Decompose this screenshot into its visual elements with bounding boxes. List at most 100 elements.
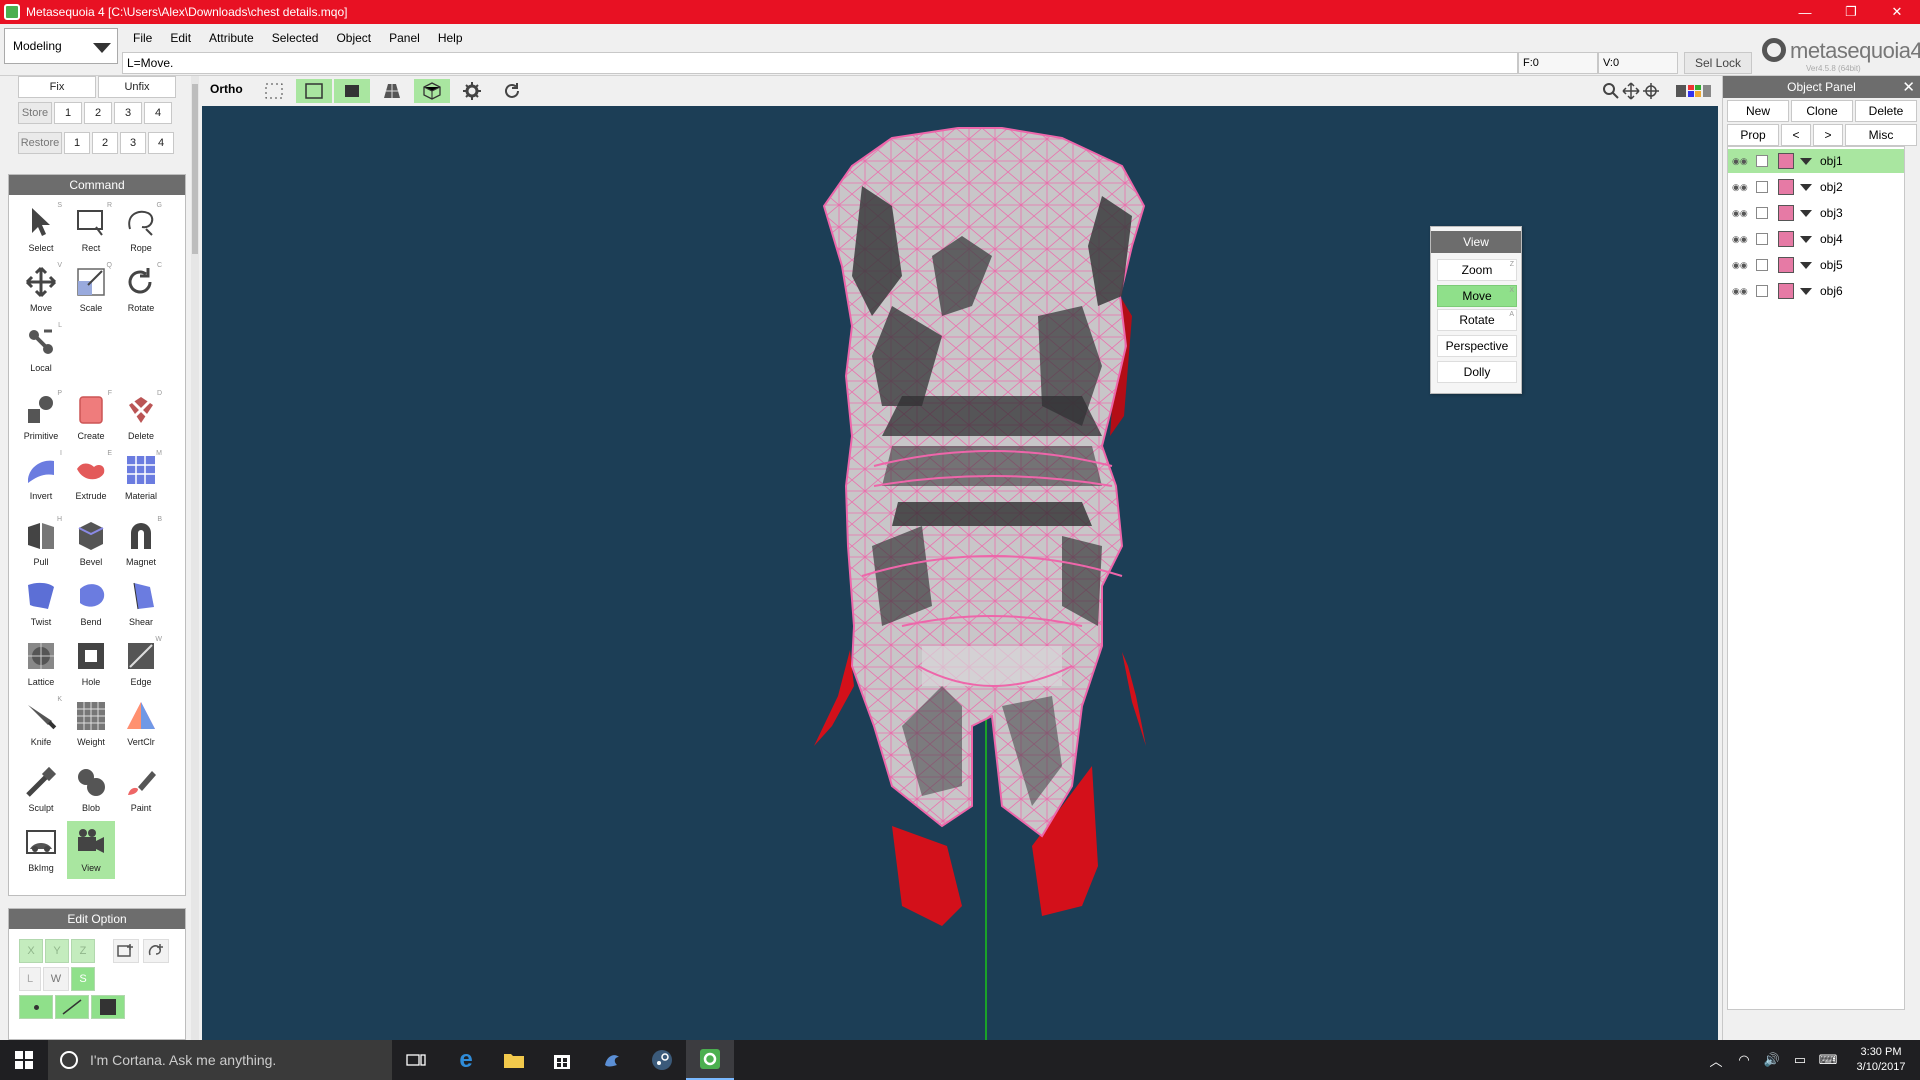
tool-delete[interactable]: Delete D <box>117 389 165 447</box>
tool-select[interactable]: Select S <box>17 201 65 259</box>
settings-gear-icon[interactable] <box>454 79 490 103</box>
add-rope-icon[interactable] <box>143 939 169 963</box>
object-row[interactable]: ◉◉ obj1 <box>1728 149 1904 173</box>
tool-invert[interactable]: Invert I <box>17 449 65 507</box>
object-row[interactable]: ◉◉ obj5 <box>1728 253 1904 277</box>
new-object-button[interactable]: New <box>1727 100 1789 122</box>
visibility-eye-icon[interactable]: ◉◉ <box>1732 182 1752 193</box>
visibility-eye-icon[interactable]: ◉◉ <box>1732 234 1752 245</box>
left-panel-scrollbar[interactable] <box>191 76 199 1040</box>
view-zoom-button[interactable]: Zoom Z <box>1437 259 1517 281</box>
visibility-eye-icon[interactable]: ◉◉ <box>1732 286 1752 297</box>
close-icon[interactable]: ✕ <box>1902 78 1915 96</box>
object-row[interactable]: ◉◉ obj6 <box>1728 279 1904 303</box>
tool-twist[interactable]: Twist <box>17 575 65 633</box>
prop-button[interactable]: Prop <box>1727 124 1779 146</box>
store-slot-2[interactable]: 2 <box>84 102 112 124</box>
store-slot-4[interactable]: 4 <box>144 102 172 124</box>
tool-local[interactable]: Local L <box>17 321 65 379</box>
coord-local-toggle[interactable]: L <box>19 967 41 991</box>
vertex-select-toggle[interactable] <box>19 995 53 1019</box>
add-plane-icon[interactable] <box>113 939 139 963</box>
object-row[interactable]: ◉◉ obj3 <box>1728 201 1904 225</box>
vertex-display-icon[interactable] <box>256 79 292 103</box>
notifications-icon[interactable]: ▭ <box>1786 1052 1814 1068</box>
tool-scale[interactable]: Scale Q <box>67 261 115 319</box>
tool-view[interactable]: View <box>67 821 115 879</box>
coord-screen-toggle[interactable]: S <box>71 967 95 991</box>
store-slot-1[interactable]: 1 <box>54 102 82 124</box>
coord-world-toggle[interactable]: W <box>43 967 69 991</box>
face-select-toggle[interactable] <box>91 995 125 1019</box>
tool-rotate[interactable]: Rotate C <box>117 261 165 319</box>
axis-z-toggle[interactable]: Z <box>71 939 95 963</box>
tool-primitive[interactable]: Primitive P <box>17 389 65 447</box>
expand-triangle-icon[interactable] <box>1800 235 1812 243</box>
refresh-icon[interactable] <box>494 79 530 103</box>
minimize-button[interactable]: — <box>1782 0 1828 24</box>
object-color-swatch[interactable] <box>1778 179 1794 195</box>
tool-bkimg[interactable]: BkImg <box>17 821 65 879</box>
menu-panel[interactable]: Panel <box>380 28 429 50</box>
sel-lock-button[interactable]: Sel Lock <box>1684 52 1752 74</box>
tool-edge[interactable]: Edge W <box>117 635 165 693</box>
store-icon[interactable] <box>538 1040 586 1080</box>
axis-x-toggle[interactable]: X <box>19 939 43 963</box>
tool-weight[interactable]: Weight <box>67 695 115 753</box>
lock-checkbox[interactable] <box>1756 155 1768 167</box>
menu-object[interactable]: Object <box>327 28 380 50</box>
close-button[interactable]: ✕ <box>1874 0 1920 24</box>
fix-button[interactable]: Fix <box>18 76 96 98</box>
lock-checkbox[interactable] <box>1756 259 1768 271</box>
lock-checkbox[interactable] <box>1756 285 1768 297</box>
expand-triangle-icon[interactable] <box>1800 209 1812 217</box>
restore-slot-1[interactable]: 1 <box>64 132 90 154</box>
perspective-mesh-icon[interactable] <box>374 79 410 103</box>
delete-object-button[interactable]: Delete <box>1855 100 1917 122</box>
tool-knife[interactable]: Knife K <box>17 695 65 753</box>
tool-rope[interactable]: Rope G <box>117 201 165 259</box>
object-color-swatch[interactable] <box>1778 231 1794 247</box>
visibility-eye-icon[interactable]: ◉◉ <box>1732 156 1752 167</box>
object-color-swatch[interactable] <box>1778 283 1794 299</box>
visibility-eye-icon[interactable]: ◉◉ <box>1732 260 1752 271</box>
volume-icon[interactable]: 🔊 <box>1758 1052 1786 1068</box>
lock-checkbox[interactable] <box>1756 181 1768 193</box>
tool-paint[interactable]: Paint <box>117 761 165 819</box>
restore-button[interactable]: Restore <box>18 132 62 154</box>
tool-vertclr[interactable]: VertClr <box>117 695 165 753</box>
maximize-button[interactable]: ❐ <box>1828 0 1874 24</box>
tool-material[interactable]: Material M <box>117 449 165 507</box>
show-hidden-icons-icon[interactable]: ︿ <box>1702 1051 1730 1070</box>
tool-bevel[interactable]: Bevel <box>67 515 115 573</box>
tool-move[interactable]: Move V <box>17 261 65 319</box>
ortho-button[interactable]: Ortho <box>210 82 243 96</box>
lock-checkbox[interactable] <box>1756 207 1768 219</box>
misc-button[interactable]: Misc <box>1845 124 1917 146</box>
network-icon[interactable]: ◠ <box>1730 1052 1758 1068</box>
menu-file[interactable]: File <box>124 28 161 50</box>
cortana-search-box[interactable]: I'm Cortana. Ask me anything. <box>48 1040 392 1080</box>
tool-blob[interactable]: Blob <box>67 761 115 819</box>
steam-icon[interactable] <box>638 1040 686 1080</box>
app-bird-icon[interactable] <box>588 1040 636 1080</box>
metasequoia-taskbar-icon[interactable] <box>686 1040 734 1080</box>
rotate-view-icon[interactable] <box>1640 79 1662 103</box>
object-list-scrollbar[interactable] <box>1905 146 1919 1010</box>
edge-select-toggle[interactable] <box>55 995 89 1019</box>
unfix-button[interactable]: Unfix <box>98 76 176 98</box>
texture-display-icon[interactable] <box>414 79 450 103</box>
view-rotate-button[interactable]: Rotate A <box>1437 309 1517 331</box>
start-button[interactable] <box>0 1040 48 1080</box>
view-layout-icon[interactable] <box>1674 79 1714 103</box>
menu-selected[interactable]: Selected <box>263 28 328 50</box>
expand-triangle-icon[interactable] <box>1800 261 1812 269</box>
expand-triangle-icon[interactable] <box>1800 287 1812 295</box>
restore-slot-2[interactable]: 2 <box>92 132 118 154</box>
clock[interactable]: 3:30 PM 3/10/2017 <box>1842 1045 1920 1075</box>
object-row[interactable]: ◉◉ obj2 <box>1728 175 1904 199</box>
object-color-swatch[interactable] <box>1778 153 1794 169</box>
store-button[interactable]: Store <box>18 102 52 124</box>
keyboard-icon[interactable]: ⌨ <box>1814 1052 1842 1068</box>
mode-dropdown[interactable]: Modeling <box>4 28 118 64</box>
